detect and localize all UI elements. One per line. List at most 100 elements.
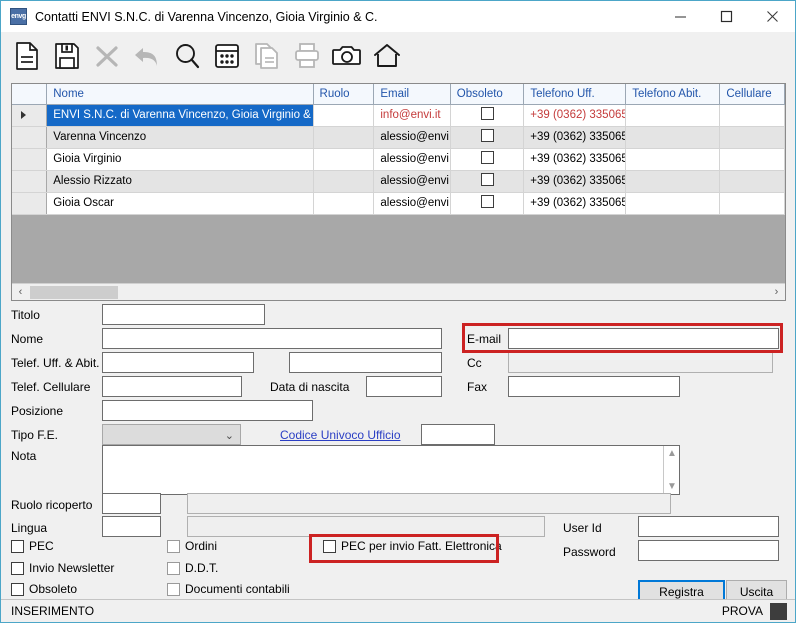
cell-telefono_uff[interactable]: +39 (0362) 335065	[524, 105, 627, 126]
cell-nome[interactable]: Gioia Virginio	[47, 149, 314, 170]
cell-telefono_abit[interactable]	[626, 149, 721, 170]
cell-cellulare[interactable]	[720, 105, 785, 126]
cell-email[interactable]: alessio@envi.it	[374, 127, 451, 148]
cell-cellulare[interactable]	[720, 171, 785, 192]
cell-ruolo[interactable]	[313, 193, 375, 214]
cell-telefono_uff[interactable]: +39 (0362) 335065	[524, 127, 627, 148]
cell-cellulare[interactable]	[720, 127, 785, 148]
cell-email[interactable]: alessio@envi.it	[374, 193, 451, 214]
cell-nome[interactable]: ENVI S.N.C. di Varenna Vincenzo, Gioia V…	[47, 105, 314, 126]
checkbox-box[interactable]	[11, 561, 24, 575]
scroll-down-arrow[interactable]: ▼	[667, 481, 677, 492]
cell-telefono_abit[interactable]	[626, 193, 721, 214]
table-row[interactable]: Varenna Vincenzo alessio@envi.it +39 (0362…	[12, 127, 785, 149]
grid-body[interactable]: ENVI S.N.C. di Varenna Vincenzo, Gioia V…	[12, 105, 785, 215]
cellulare-input[interactable]	[102, 376, 242, 397]
row-indicator[interactable]	[12, 171, 48, 192]
cell-telefono_abit[interactable]	[626, 171, 721, 192]
cell-nome[interactable]: Gioia Oscar	[47, 193, 314, 214]
user-id-input[interactable]	[638, 516, 779, 537]
ruolo-ricoperto-code-input[interactable]	[102, 493, 161, 514]
checkbox-box[interactable]	[167, 539, 180, 553]
cell-obsoleto[interactable]	[450, 105, 525, 126]
cc-input[interactable]	[508, 352, 773, 373]
grid-column-header-nome[interactable]: Nome	[47, 84, 314, 104]
cell-telefono_uff[interactable]: +39 (0362) 335065	[524, 171, 627, 192]
cell-email[interactable]: info@envi.it	[374, 105, 451, 126]
posizione-input[interactable]	[102, 400, 313, 421]
cell-obsoleto[interactable]	[450, 127, 525, 148]
cell-nome[interactable]: Alessio Rizzato	[47, 171, 314, 192]
tipo-fe-select[interactable]: ⌄	[102, 424, 241, 445]
contacts-grid[interactable]: Nome Ruolo Email Obsoleto Telefono Uff. Telef…	[11, 83, 786, 301]
grid-column-header-ruolo[interactable]: Ruolo	[313, 84, 375, 104]
checkbox-ordini[interactable]: Ordini	[167, 539, 217, 553]
checkbox-box[interactable]	[480, 151, 494, 164]
cell-cellulare[interactable]	[720, 149, 785, 170]
nome-input[interactable]	[102, 328, 442, 349]
grid-column-header-indicator[interactable]	[12, 84, 48, 104]
telefono-ufficio-input[interactable]	[102, 352, 254, 373]
row-indicator[interactable]	[12, 149, 48, 170]
checkbox-box[interactable]	[11, 582, 24, 596]
minimize-button[interactable]	[657, 1, 703, 32]
row-indicator[interactable]	[12, 127, 48, 148]
scroll-left-arrow[interactable]: ‹	[12, 284, 29, 300]
grid-column-header-obsoleto[interactable]: Obsoleto	[450, 84, 525, 104]
cell-ruolo[interactable]	[313, 171, 375, 192]
cell-telefono_abit[interactable]	[626, 105, 721, 126]
cell-cellulare[interactable]	[720, 193, 785, 214]
titolo-input[interactable]	[102, 304, 265, 325]
new-document-icon[interactable]	[7, 35, 47, 77]
grid-column-header-telefono_abit[interactable]: Telefono Abit.	[626, 84, 721, 104]
checkbox-pec-fatt-elettronica[interactable]: PEC per invio Fatt. Elettronica	[323, 539, 502, 553]
scroll-up-arrow[interactable]: ▲	[667, 448, 677, 459]
checkbox-box[interactable]	[167, 561, 180, 575]
scroll-thumb[interactable]	[30, 285, 118, 299]
lingua-code-input[interactable]	[102, 516, 161, 537]
table-row[interactable]: Alessio Rizzato alessio@envi.it +39 (0362)…	[12, 171, 785, 193]
codice-univoco-ufficio-link[interactable]: Codice Univoco Ufficio	[280, 428, 401, 442]
checkbox-box[interactable]	[323, 539, 336, 553]
cell-telefono_uff[interactable]: +39 (0362) 335065	[524, 149, 627, 170]
password-input[interactable]	[638, 540, 779, 561]
codice-univoco-input[interactable]	[421, 424, 495, 445]
data-nascita-input[interactable]	[366, 376, 442, 397]
checkbox-box[interactable]	[480, 195, 494, 208]
cell-ruolo[interactable]	[313, 105, 375, 126]
cell-obsoleto[interactable]	[450, 171, 525, 192]
checkbox-pec[interactable]: PEC	[11, 539, 54, 553]
save-icon[interactable]	[47, 35, 87, 77]
cell-nome[interactable]: Varenna Vincenzo	[47, 127, 314, 148]
home-icon[interactable]	[367, 35, 407, 77]
cell-email[interactable]: alessio@envi.it	[374, 149, 451, 170]
checkbox-box[interactable]	[480, 107, 494, 120]
fax-input[interactable]	[508, 376, 680, 397]
calendar-icon[interactable]	[207, 35, 247, 77]
cell-email[interactable]: alessio@envi.it	[374, 171, 451, 192]
telefono-abitazione-input[interactable]	[289, 352, 442, 373]
checkbox-ddt[interactable]: D.D.T.	[167, 561, 218, 575]
table-row[interactable]: Gioia Virginio alessio@envi.it +39 (0362) …	[12, 149, 785, 171]
cell-obsoleto[interactable]	[450, 149, 525, 170]
cell-ruolo[interactable]	[313, 149, 375, 170]
table-row[interactable]: ENVI S.N.C. di Varenna Vincenzo, Gioia V…	[12, 105, 785, 127]
close-button[interactable]	[749, 1, 795, 32]
checkbox-documenti-contabili[interactable]: Documenti contabili	[167, 582, 290, 596]
row-indicator[interactable]	[12, 105, 48, 126]
checkbox-box[interactable]	[480, 129, 494, 142]
grid-column-header-email[interactable]: Email	[374, 84, 451, 104]
cell-telefono_uff[interactable]: +39 (0362) 335065	[524, 193, 627, 214]
cell-ruolo[interactable]	[313, 127, 375, 148]
grid-horizontal-scrollbar[interactable]: ‹ ›	[12, 283, 785, 300]
grid-column-header-cellulare[interactable]: Cellulare	[720, 84, 785, 104]
nota-textarea[interactable]: ▲ ▼	[102, 445, 680, 495]
maximize-button[interactable]	[703, 1, 749, 32]
email-input[interactable]	[508, 328, 779, 349]
cell-telefono_abit[interactable]	[626, 127, 721, 148]
cell-obsoleto[interactable]	[450, 193, 525, 214]
checkbox-obsoleto[interactable]: Obsoleto	[11, 582, 77, 596]
nota-scrollbar[interactable]: ▲ ▼	[663, 446, 679, 494]
checkbox-box[interactable]	[11, 539, 24, 553]
row-indicator[interactable]	[12, 193, 48, 214]
